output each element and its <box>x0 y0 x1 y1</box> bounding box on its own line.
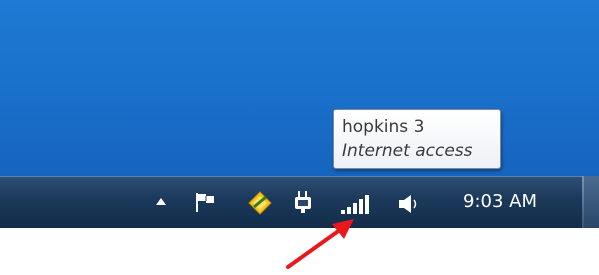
network-tooltip: hopkins 3 Internet access <box>333 109 501 169</box>
windows-update-icon[interactable] <box>247 190 273 216</box>
volume-icon[interactable] <box>396 193 422 215</box>
annotation-arrow-icon <box>286 219 354 269</box>
tooltip-network-status: Internet access <box>342 141 473 161</box>
show-desktop-button[interactable] <box>584 176 599 228</box>
tooltip-network-name: hopkins 3 <box>342 117 425 137</box>
desktop-background <box>0 0 599 176</box>
tray-clock[interactable]: 9:03 AM <box>463 191 537 213</box>
show-hidden-icons-arrow-icon[interactable] <box>155 197 167 207</box>
action-center-flag-icon[interactable] <box>193 191 217 213</box>
